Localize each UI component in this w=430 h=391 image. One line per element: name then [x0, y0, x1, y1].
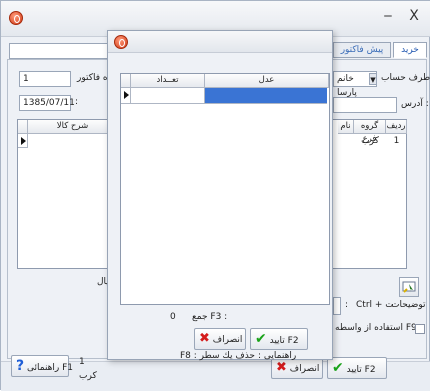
- app-icon: [9, 11, 23, 25]
- dialog-cancel-label: انصراف: [212, 335, 243, 345]
- tab-purchase[interactable]: خرید: [393, 42, 427, 58]
- cell-row-number[interactable]: 1: [386, 134, 407, 148]
- column-header-row[interactable]: ردیف: [386, 120, 407, 134]
- x-icon: ✖: [276, 360, 287, 375]
- notes-mini-field[interactable]: [333, 297, 341, 315]
- dialog-delete-hint: F8 : حذف یك سطر: [180, 351, 255, 361]
- date-field[interactable]: 1385/07/11: [19, 95, 75, 111]
- account-dropdown-icon[interactable]: ▼: [369, 73, 377, 85]
- column-header-group[interactable]: گروه فرع: [354, 120, 386, 144]
- column-header-selector: [18, 120, 28, 134]
- column-header-count[interactable]: تعــداد: [131, 74, 205, 88]
- confirm-label: تایید F2: [346, 365, 376, 375]
- address-label: آدرس :: [401, 99, 429, 109]
- add-row-button[interactable]: [399, 277, 419, 297]
- help-icon: ?: [16, 358, 25, 374]
- dialog-header-selector: [121, 74, 131, 88]
- tab-proforma[interactable]: پیش فاکتور: [333, 42, 391, 58]
- add-row-icon: [402, 281, 416, 293]
- minimize-icon[interactable]: ‒: [377, 7, 399, 25]
- check-icon: ✔: [332, 360, 344, 376]
- row-selector[interactable]: [18, 134, 28, 148]
- dialog-x-icon: ✖: [199, 331, 210, 346]
- account-label: طرف حساب: [381, 73, 430, 83]
- dialog-title-bar: [108, 31, 332, 53]
- dialog-confirm-button[interactable]: ✔ تایید F2: [250, 328, 308, 350]
- help-button[interactable]: ? راهنمائی F1: [11, 355, 73, 377]
- status-kind: کرب: [79, 371, 97, 381]
- address-field[interactable]: [333, 97, 397, 113]
- dialog-grid[interactable]: تعــداد عدل: [120, 73, 330, 305]
- cancel-label: انصراف: [289, 364, 320, 374]
- dialog-sum-label: جمع F3 :: [192, 312, 228, 322]
- dialog-row-selector[interactable]: [121, 88, 131, 104]
- column-header-bale[interactable]: عدل: [205, 74, 329, 88]
- dialog-sum-value: 0: [170, 312, 176, 322]
- dialog-check-icon: ✔: [255, 331, 267, 347]
- cell-group[interactable]: کرب: [354, 134, 386, 148]
- account-value: خانم پارسا: [337, 74, 357, 98]
- cell-count[interactable]: [131, 88, 205, 104]
- dialog-app-icon: [114, 35, 128, 49]
- column-header-name[interactable]: نام: [338, 120, 354, 134]
- date-colon: :: [75, 97, 79, 107]
- status-count: 1: [79, 357, 85, 367]
- invoice-number-field[interactable]: 1: [19, 71, 71, 87]
- notes-label: توضیحات: [391, 300, 426, 310]
- confirm-button[interactable]: ✔ تایید F2: [327, 357, 387, 379]
- dialog-help-hint: : راهنمایی: [258, 351, 297, 361]
- dialog-confirm-label: تایید F2: [269, 336, 299, 346]
- notes-shortcut: Ctrl + ت: [356, 300, 394, 310]
- notes-colon: :: [345, 300, 349, 310]
- help-label: راهنمائی F1: [27, 363, 74, 373]
- cell-bale-selected[interactable]: [205, 88, 327, 104]
- column-header-description[interactable]: شرح کالا: [28, 120, 118, 134]
- dialog-cancel-button[interactable]: ✖ انصراف: [194, 328, 246, 350]
- via-label: استفاده از واسطه F9 :: [335, 323, 423, 333]
- via-checkbox[interactable]: [415, 324, 425, 334]
- bale-dialog: تعــداد عدل جمع F3 : 0 ✔ تایید F2 ✖ انصر…: [107, 30, 333, 361]
- top-field[interactable]: [9, 43, 109, 59]
- close-icon[interactable]: X: [403, 7, 425, 25]
